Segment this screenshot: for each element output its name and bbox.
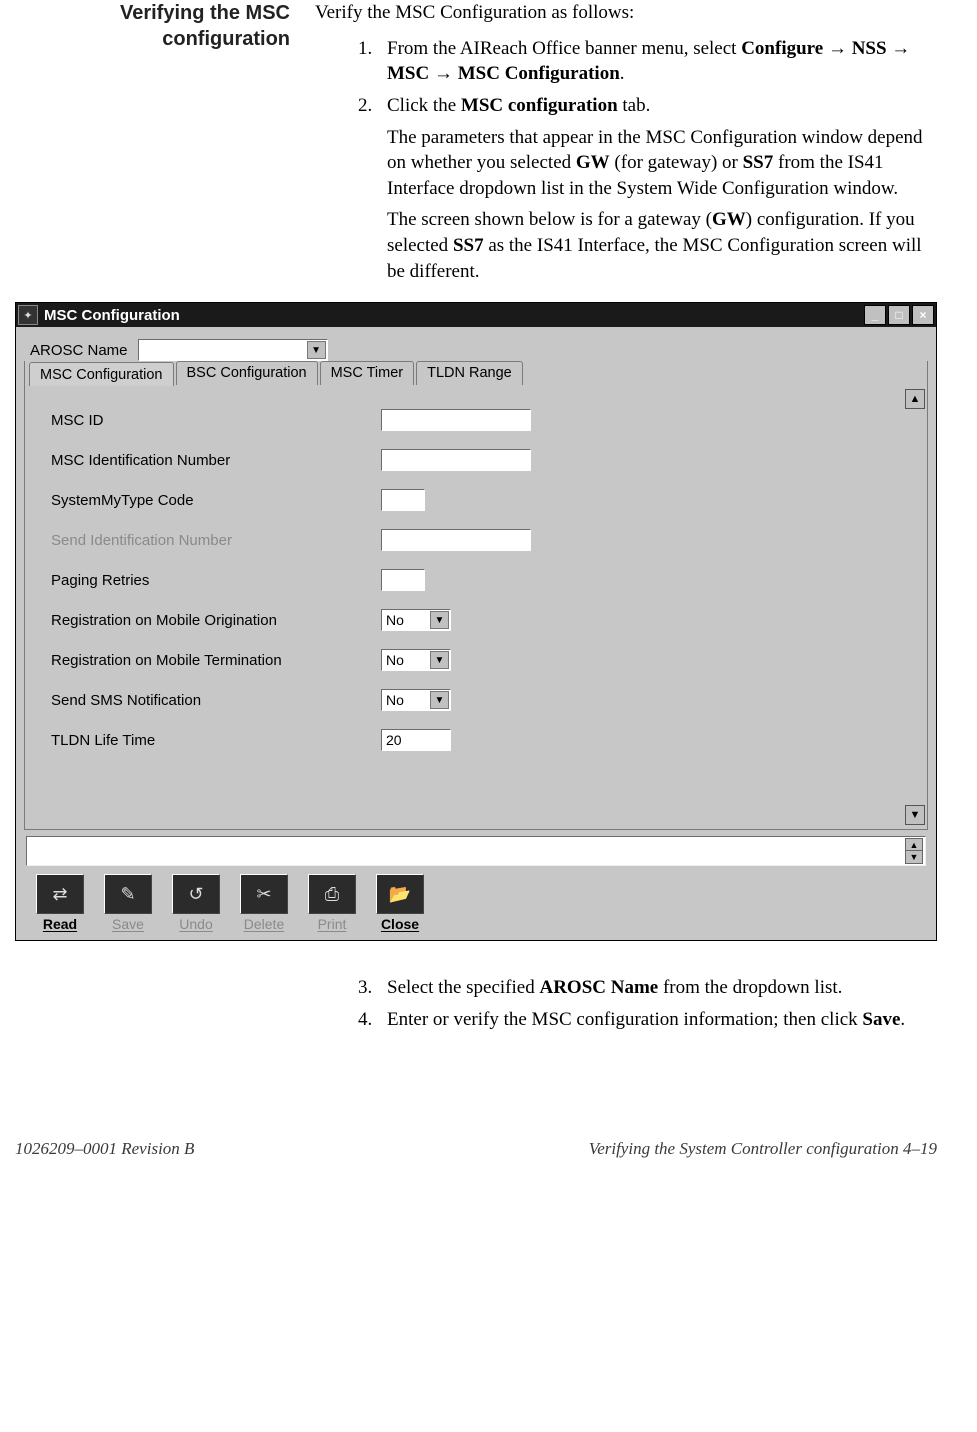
print-button[interactable]: ⎙ Print	[302, 874, 362, 932]
send-identification-number-label: Send Identification Number	[51, 532, 381, 549]
tldn-life-time-label: TLDN Life Time	[51, 732, 381, 749]
msc-identification-number-input[interactable]	[381, 449, 531, 471]
chevron-down-icon[interactable]: ▼	[430, 651, 449, 669]
tab-panel: MSC Configuration BSC Configuration MSC …	[24, 361, 928, 830]
registration-mt-combobox[interactable]: No ▼	[381, 649, 451, 671]
read-icon: ⇄	[36, 874, 84, 914]
close-icon: 📂	[376, 874, 424, 914]
tab-tldn-range[interactable]: TLDN Range	[416, 361, 523, 385]
step-1: From the AIReach Office banner menu, sel…	[377, 36, 937, 87]
scroll-down-button[interactable]: ▼	[905, 805, 925, 825]
step-2: Click the MSC configuration tab. The par…	[377, 93, 937, 284]
save-button[interactable]: ✎ Save	[98, 874, 158, 932]
chevron-down-icon[interactable]: ▼	[430, 611, 449, 629]
section-heading: Verifying the MSC configuration	[15, 0, 290, 52]
send-sms-notification-combobox[interactable]: No ▼	[381, 689, 451, 711]
intro-text: Verify the MSC Configuration as follows:	[315, 0, 937, 26]
chevron-down-icon[interactable]: ▼	[430, 691, 449, 709]
registration-mt-label: Registration on Mobile Termination	[51, 652, 381, 669]
window-title: MSC Configuration	[44, 307, 864, 324]
send-sms-notification-label: Send SMS Notification	[51, 692, 381, 709]
registration-mo-label: Registration on Mobile Origination	[51, 612, 381, 629]
paging-retries-label: Paging Retries	[51, 572, 381, 589]
maximize-button[interactable]: □	[888, 305, 910, 325]
paging-retries-input[interactable]	[381, 569, 425, 591]
step-3: Select the specified AROSC Name from the…	[377, 975, 937, 1001]
registration-mo-combobox[interactable]: No ▼	[381, 609, 451, 631]
send-identification-number-input[interactable]	[381, 529, 531, 551]
delete-icon: ✂	[240, 874, 288, 914]
titlebar[interactable]: ✦ MSC Configuration _ □ ×	[16, 303, 936, 327]
read-button[interactable]: ⇄ Read	[30, 874, 90, 932]
delete-button[interactable]: ✂ Delete	[234, 874, 294, 932]
systemmytype-code-label: SystemMyType Code	[51, 492, 381, 509]
systemmytype-code-input[interactable]	[381, 489, 425, 511]
undo-button[interactable]: ↺ Undo	[166, 874, 226, 932]
toolbar: ⇄ Read ✎ Save ↺ Undo ✂ Delete ⎙ Print	[24, 872, 928, 934]
arosc-name-combobox[interactable]: ▼	[138, 339, 328, 361]
app-icon: ✦	[18, 305, 38, 325]
msc-id-label: MSC ID	[51, 412, 381, 429]
minimize-button[interactable]: _	[864, 305, 886, 325]
close-button[interactable]: 📂 Close	[370, 874, 430, 932]
step-4: Enter or verify the MSC configuration in…	[377, 1007, 937, 1033]
tab-bsc-configuration[interactable]: BSC Configuration	[176, 361, 318, 385]
undo-icon: ↺	[172, 874, 220, 914]
tldn-life-time-input[interactable]: 20	[381, 729, 451, 751]
close-window-button[interactable]: ×	[912, 305, 934, 325]
msc-identification-number-label: MSC Identification Number	[51, 452, 381, 469]
msc-id-input[interactable]	[381, 409, 531, 431]
status-bar: ▲ ▼	[26, 836, 926, 866]
footer-left: 1026209–0001 Revision B	[15, 1139, 194, 1159]
msc-configuration-window: ✦ MSC Configuration _ □ × AROSC Name ▼ M…	[15, 302, 937, 941]
scroll-up-button[interactable]: ▲	[905, 389, 925, 409]
print-icon: ⎙	[308, 874, 356, 914]
save-icon: ✎	[104, 874, 152, 914]
status-scroll-down[interactable]: ▼	[905, 850, 923, 864]
tab-msc-configuration[interactable]: MSC Configuration	[29, 362, 174, 386]
footer-right: Verifying the System Controller configur…	[589, 1139, 937, 1159]
tab-msc-timer[interactable]: MSC Timer	[320, 361, 415, 385]
chevron-down-icon[interactable]: ▼	[307, 341, 326, 359]
arosc-name-label: AROSC Name	[30, 342, 128, 359]
